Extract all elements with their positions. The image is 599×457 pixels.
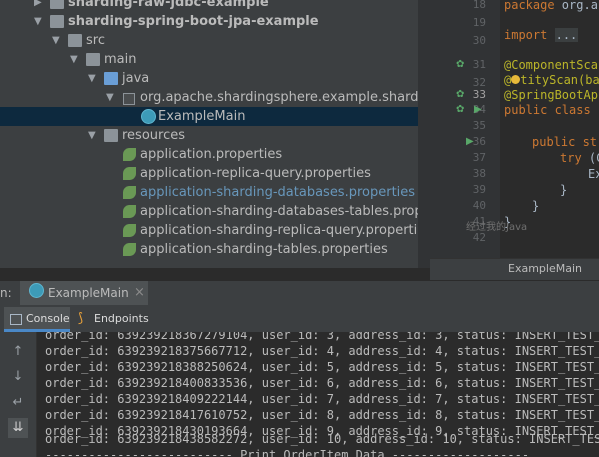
code-line: public class E [504, 103, 599, 117]
console-line: order_id: 639239218438582272, user_id: 1… [45, 432, 599, 446]
editor-tab-label: ExampleMain [508, 262, 582, 275]
tree-item-label: application-replica-query.properties [140, 166, 371, 181]
folder-icon [86, 53, 100, 66]
project-tree-panel: ▶ sharding-raw-jdbc-example ▼ sharding-s… [0, 0, 418, 268]
tree-item-sharding-spring-boot-jpa-example[interactable]: ▼ sharding-spring-boot-jpa-example [0, 12, 418, 31]
spring-properties-icon [123, 243, 136, 256]
collapse-arrow-icon[interactable]: ▼ [34, 12, 42, 31]
spring-properties-icon [123, 205, 136, 218]
line-number: 18 [472, 0, 486, 11]
line-number: 19 [472, 16, 486, 29]
run-tab-label: ExampleMain [48, 286, 129, 300]
tree-item-label: resources [122, 128, 186, 143]
console-line: order_id: 639239218367279104, user_id: 3… [45, 332, 599, 342]
folder-icon [68, 34, 82, 47]
code-line: Ex [588, 167, 599, 181]
tree-item-package[interactable]: ▼ org.apache.shardingsphere.example.shar… [0, 88, 418, 107]
console-icon [10, 314, 22, 325]
console-line: order_id: 639239218409222144, user_id: 7… [45, 392, 599, 406]
tree-item-label: main [104, 52, 137, 67]
tree-item-properties-file[interactable]: application-replica-query.properties [0, 164, 418, 183]
editor-breadcrumb-tab[interactable]: ExampleMain [430, 258, 599, 281]
tree-item-label: org.apache.shardingsphere.example.shardi… [140, 90, 418, 105]
tab-console[interactable]: Console [4, 307, 70, 332]
tree-item-resources[interactable]: ▼ resources [0, 126, 418, 145]
tree-item-label: application-sharding-databases.propertie… [140, 185, 416, 200]
run-tab-examplemain[interactable]: ExampleMain × [20, 281, 148, 306]
run-gutter-icon[interactable]: ▶ [466, 133, 474, 151]
code-line: import ... [504, 28, 579, 42]
tab-endpoints[interactable]: ⟆ Endpoints [76, 307, 152, 330]
code-line: } [560, 183, 568, 197]
code-line: } [532, 199, 540, 213]
line-number: 31 [472, 58, 486, 71]
tree-item-label: application-sharding-replica-query.prope… [140, 223, 418, 238]
tree-item-properties-file[interactable]: application-sharding-databases.propertie… [0, 183, 418, 202]
lightbulb-icon[interactable] [511, 75, 521, 84]
run-tool-tabs: Console ⟆ Endpoints [0, 305, 599, 333]
collapse-arrow-icon[interactable]: ▼ [88, 69, 96, 88]
folded-imports[interactable]: ... [554, 28, 579, 42]
console-line: -------------------------- Print OrderIt… [45, 448, 530, 457]
panel-splitter[interactable] [418, 0, 430, 268]
resources-folder-icon [104, 129, 118, 142]
spring-bean-gutter-icon[interactable]: ✿ [456, 56, 464, 74]
run-title-fragment: n: [0, 286, 12, 300]
spring-boot-run-icon [29, 283, 44, 298]
collapse-arrow-icon[interactable]: ▼ [70, 50, 78, 69]
tree-item-properties-file[interactable]: application.properties [0, 145, 418, 164]
tab-console-label: Console [26, 312, 70, 325]
up-arrow-icon[interactable]: ↑ [8, 342, 28, 362]
code-line: package org.ap [504, 0, 599, 12]
console-line: order_id: 639239218417610752, user_id: 8… [45, 408, 599, 422]
tree-item-label: application-sharding-tables.properties [140, 242, 388, 257]
run-gutter-icon[interactable]: ▶ [474, 101, 482, 119]
tree-item-properties-file[interactable]: application-sharding-tables.properties [0, 240, 418, 259]
console-line: order_id: 639239218375667712, user_id: 4… [45, 344, 599, 358]
spring-boot-class-icon [141, 109, 156, 124]
scroll-to-end-icon[interactable]: ⇊ [8, 418, 28, 438]
line-number: 30 [472, 34, 486, 47]
collapse-arrow-icon[interactable]: ▼ [52, 31, 60, 50]
down-arrow-icon[interactable]: ↓ [8, 367, 28, 387]
endpoints-icon: ⟆ [78, 311, 84, 326]
console-line: order_id: 639239218388250624, user_id: 5… [45, 360, 599, 374]
tree-item-examplemain[interactable]: ExampleMain [0, 107, 418, 126]
tree-item-label: sharding-spring-boot-jpa-example [68, 14, 319, 29]
tree-item-main[interactable]: ▼ main [0, 50, 418, 69]
tree-item-sharding-raw-jdbc-example[interactable]: ▶ sharding-raw-jdbc-example [0, 0, 418, 12]
tree-item-src[interactable]: ▼ src [0, 31, 418, 50]
tree-item-label: ExampleMain [158, 109, 246, 124]
tab-endpoints-label: Endpoints [94, 312, 149, 325]
console-side-toolbar: ↑ ↓ ↵ ⇊ [0, 332, 37, 457]
tree-item-java[interactable]: ▼ java [0, 69, 418, 88]
module-folder-icon [50, 15, 64, 28]
spring-properties-icon [123, 148, 136, 161]
tree-item-properties-file[interactable]: application-sharding-databases-tables.pr… [0, 202, 418, 221]
tree-item-label: sharding-raw-jdbc-example [68, 0, 269, 10]
tree-item-properties-file[interactable]: application-sharding-replica-query.prope… [0, 221, 418, 240]
source-folder-icon [104, 72, 118, 85]
console-line: order_id: 639239218400833536, user_id: 6… [45, 376, 599, 390]
tree-item-label: src [86, 33, 105, 48]
collapse-arrow-icon[interactable]: ▼ [106, 88, 114, 107]
watermark-text: 经过我的Java [466, 222, 528, 233]
collapse-arrow-icon[interactable]: ▼ [88, 126, 96, 145]
tree-item-label: application-sharding-databases-tables.pr… [140, 204, 418, 219]
spring-properties-icon [123, 224, 136, 237]
tree-item-label: java [122, 71, 150, 86]
expand-arrow-icon[interactable]: ▶ [34, 0, 42, 12]
module-folder-icon [50, 0, 64, 9]
package-icon [123, 93, 135, 105]
spring-properties-icon [123, 186, 136, 199]
run-tool-window-header: n: ExampleMain × [0, 280, 599, 306]
close-icon[interactable]: × [134, 285, 145, 300]
spring-bean-gutter-icon[interactable]: ✿ [456, 101, 464, 119]
console-output[interactable]: order_id: 639239218367279104, user_id: 3… [37, 332, 599, 457]
soft-wrap-icon[interactable]: ↵ [8, 393, 28, 413]
tree-item-label: application.properties [140, 147, 283, 162]
spring-properties-icon [123, 167, 136, 180]
